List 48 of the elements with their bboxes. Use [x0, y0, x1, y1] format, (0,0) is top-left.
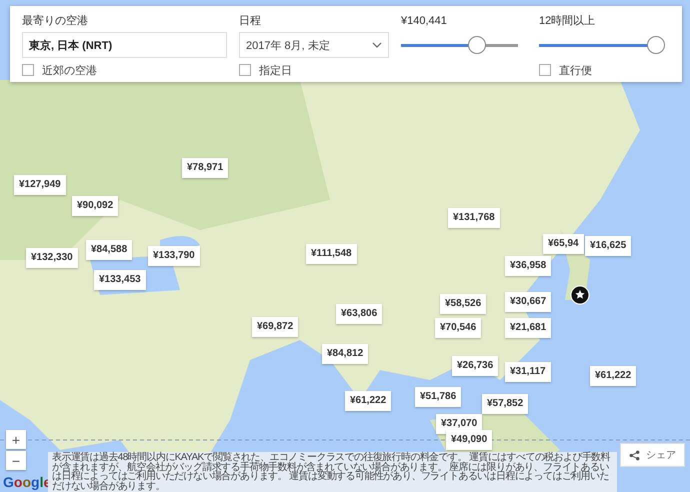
star-marker-icon: [570, 285, 590, 305]
price-tag[interactable]: ¥58,526: [440, 294, 486, 314]
checkbox-label[interactable]: 近郊の空港: [42, 62, 97, 78]
price-tag[interactable]: ¥30,667: [505, 292, 552, 312]
price-tag[interactable]: ¥65,94: [543, 234, 584, 254]
fare-disclaimer: 表示運賃は過去48時間以内にKAYAKで閲覧された、エコノミークラスでの往復旅行時の料金です。 運賃にはすべての税および手数料が含まれますが、航空会社がバッグ請求する手荷物手数料が含まれていない場合があります。 座席には限りがあり、フライトあるいは日程によってはご利用いただけない場合があります。 運賃は変動する可能性があり、フライトあるいは日程によってはご利用いただけない場合があります。: [48, 452, 617, 492]
checkbox[interactable]: [239, 64, 251, 76]
price-tag[interactable]: ¥21,681: [505, 318, 552, 338]
price-tag[interactable]: ¥111,548: [306, 244, 357, 264]
duration-label: 12時間以上: [539, 14, 596, 28]
price-tag[interactable]: ¥84,588: [86, 240, 132, 260]
origin-field[interactable]: 東京, 日本 (NRT): [22, 32, 227, 58]
price-tag[interactable]: ¥69,872: [252, 317, 298, 337]
share-icon: [629, 450, 640, 460]
price-tag[interactable]: ¥26,736: [452, 356, 498, 376]
slider-track[interactable]: [539, 36, 665, 54]
checkbox-label[interactable]: 指定日: [259, 62, 292, 78]
price-label: ¥140,441: [401, 14, 448, 28]
price-tag[interactable]: ¥63,806: [336, 304, 382, 324]
share-button[interactable]: シェア: [620, 443, 685, 467]
price-tag[interactable]: ¥49,090: [446, 430, 492, 450]
price-tag[interactable]: ¥90,092: [72, 196, 118, 216]
checkbox[interactable]: [539, 64, 551, 76]
price-tag[interactable]: ¥36,958: [505, 256, 552, 276]
field-label: 最寄りの空港: [22, 14, 89, 28]
price-tag[interactable]: ¥61,222: [590, 366, 636, 386]
field-label: 日程: [239, 14, 262, 28]
caret-icon: [372, 42, 382, 48]
date-dropdown[interactable]: 2017年 8月, 未定: [239, 32, 389, 58]
price-tag[interactable]: ¥70,546: [435, 318, 482, 338]
slider-thumb[interactable]: [647, 36, 665, 54]
price-tag[interactable]: ¥133,453: [94, 270, 146, 290]
zoom-out-button[interactable]: −: [6, 451, 26, 470]
price-tag[interactable]: ¥51,786: [415, 387, 462, 407]
price-tag[interactable]: ¥133,790: [148, 246, 200, 266]
price-tag[interactable]: ¥61,222: [345, 391, 392, 411]
price-tag[interactable]: ¥78,971: [182, 158, 228, 178]
price-tag[interactable]: ¥127,949: [14, 175, 66, 195]
price-tag[interactable]: ¥84,812: [322, 344, 368, 364]
price-tag[interactable]: ¥131,768: [448, 208, 500, 228]
price-tag[interactable]: ¥16,625: [585, 236, 632, 256]
zoom-in-button[interactable]: +: [6, 430, 26, 449]
checkbox[interactable]: [22, 64, 34, 76]
slider-thumb[interactable]: [468, 36, 486, 54]
price-tag[interactable]: ¥57,852: [482, 394, 528, 414]
price-tag[interactable]: ¥132,330: [26, 248, 78, 268]
checkbox-label[interactable]: 直行便: [559, 62, 592, 78]
price-tag[interactable]: ¥31,117: [505, 362, 551, 382]
